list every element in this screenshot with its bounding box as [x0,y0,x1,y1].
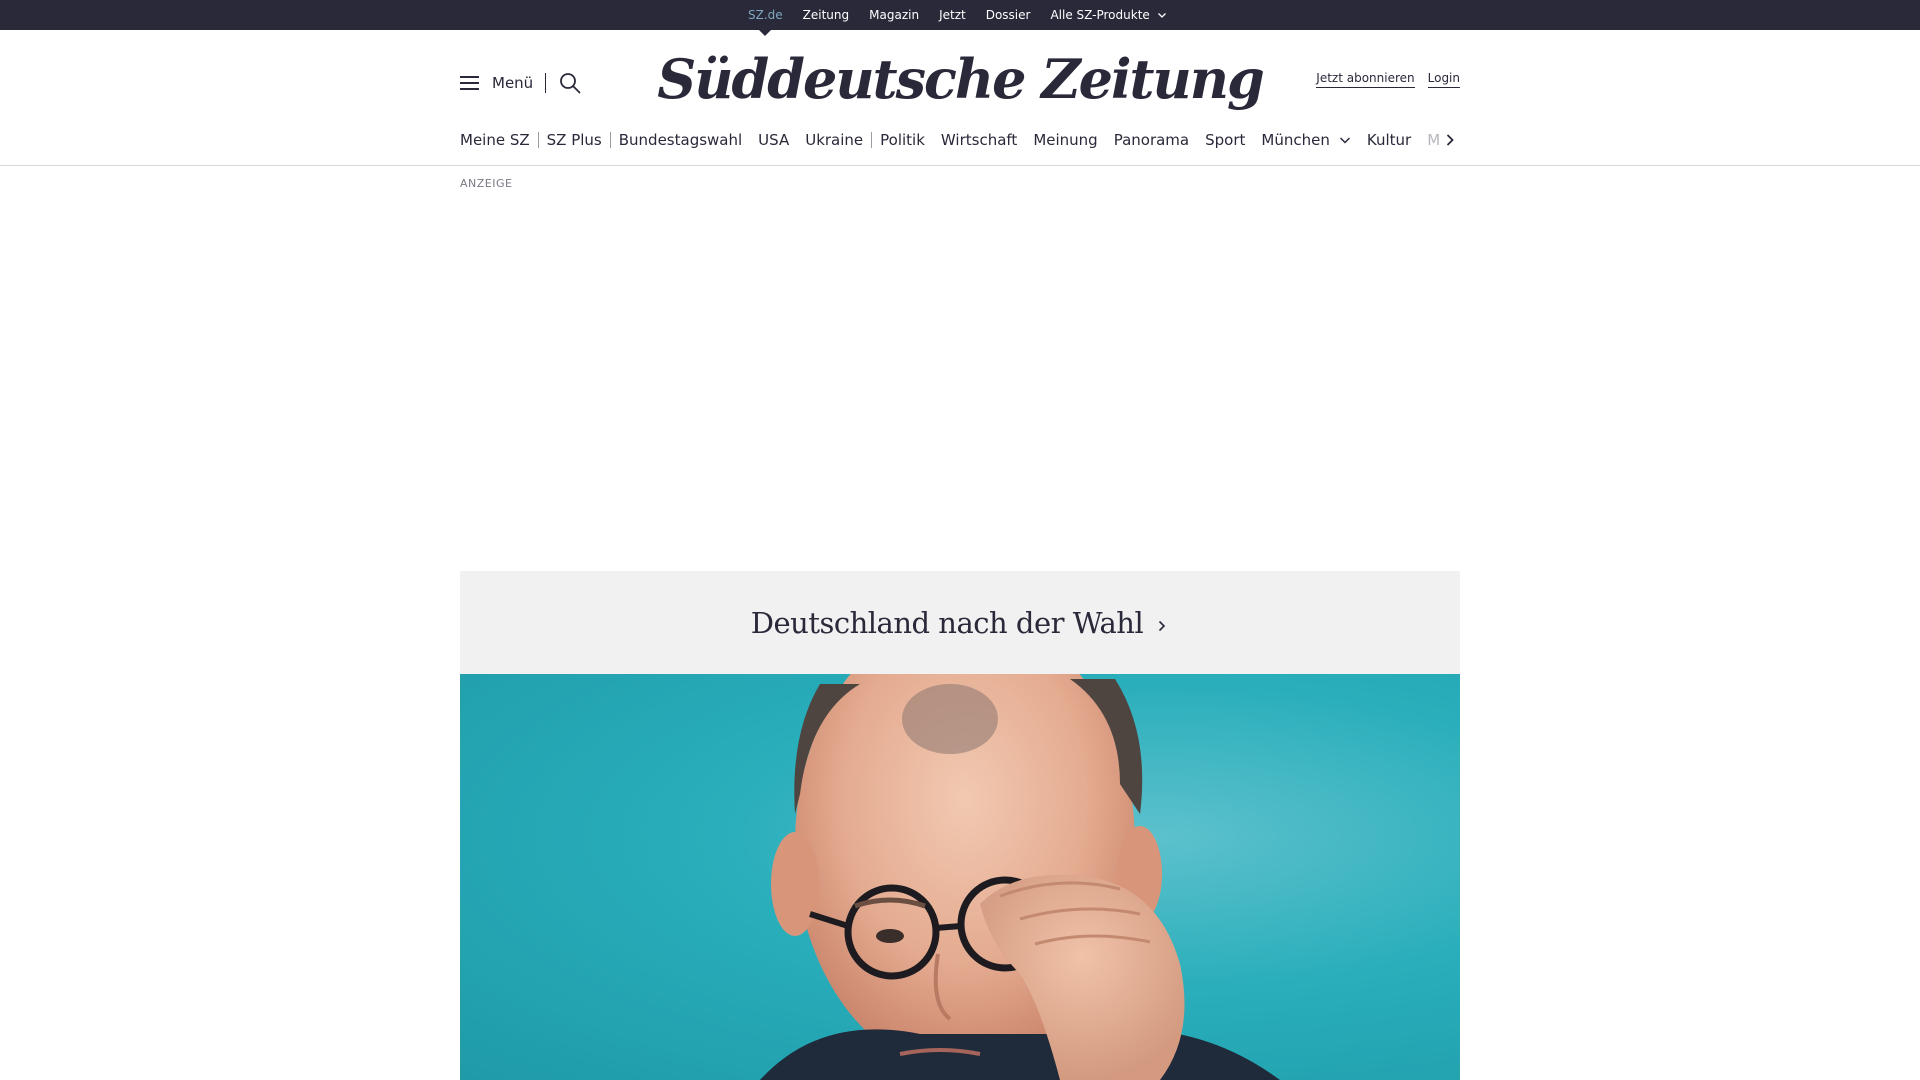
menu-button[interactable]: Menü [492,74,533,92]
header-divider [545,73,547,93]
product-link-dossier[interactable]: Dossier [986,0,1031,30]
section-muenchen[interactable]: München [1253,126,1358,154]
product-link-jetzt[interactable]: Jetzt [939,0,966,30]
header-account-links: Jetzt abonnieren Login [1316,68,1460,90]
product-nav: SZ.de Zeitung Magazin Jetzt Dossier Alle… [748,0,1167,36]
all-products-dropdown[interactable]: Alle SZ-Produkte [1050,0,1166,30]
teaser-title: Deutschland nach der Wahl [750,605,1144,640]
chevron-right-icon [1446,134,1454,146]
header-divider-line [0,165,1920,166]
hero-photo [760,674,1280,1080]
section-truncated[interactable]: M [1419,126,1440,154]
section-ukraine[interactable]: Ukraine [797,126,871,154]
chevron-right-icon [1159,620,1166,631]
section-sport[interactable]: Sport [1197,126,1253,154]
section-meinung[interactable]: Meinung [1025,126,1105,154]
chevron-down-icon [1339,137,1350,144]
section-kultur[interactable]: Kultur [1359,126,1419,154]
search-icon[interactable] [559,72,581,94]
section-panorama[interactable]: Panorama [1106,126,1197,154]
teaser-banner[interactable]: Deutschland nach der Wahl [460,571,1460,674]
section-muenchen-label: München [1261,131,1330,149]
product-link-sz-de[interactable]: SZ.de [748,0,783,36]
hero-image[interactable] [460,674,1460,1080]
section-usa[interactable]: USA [750,126,797,154]
section-nav-next-button[interactable] [1440,126,1460,154]
section-sz-plus[interactable]: SZ Plus [539,126,610,154]
sz-logo[interactable]: Süddeutsche Zeitung [657,44,1265,114]
product-link-zeitung[interactable]: Zeitung [803,0,849,30]
header-menu-group: Menü [460,70,581,96]
section-meine-sz[interactable]: Meine SZ [460,126,538,154]
ad-label: ANZEIGE [460,177,513,190]
chevron-down-icon [1157,13,1166,18]
product-link-magazin[interactable]: Magazin [869,0,919,30]
product-bar: SZ.de Zeitung Magazin Jetzt Dossier Alle… [0,0,1920,36]
subscribe-link[interactable]: Jetzt abonnieren [1316,71,1415,88]
hamburger-icon[interactable] [460,75,480,91]
section-nav: Meine SZ SZ Plus Bundestagswahl USA Ukra… [460,126,1460,154]
section-wirtschaft[interactable]: Wirtschaft [933,126,1025,154]
section-politik[interactable]: Politik [872,126,933,154]
section-bundestagswahl[interactable]: Bundestagswahl [611,126,750,154]
all-products-label: Alle SZ-Produkte [1050,8,1150,22]
login-link[interactable]: Login [1427,71,1460,88]
